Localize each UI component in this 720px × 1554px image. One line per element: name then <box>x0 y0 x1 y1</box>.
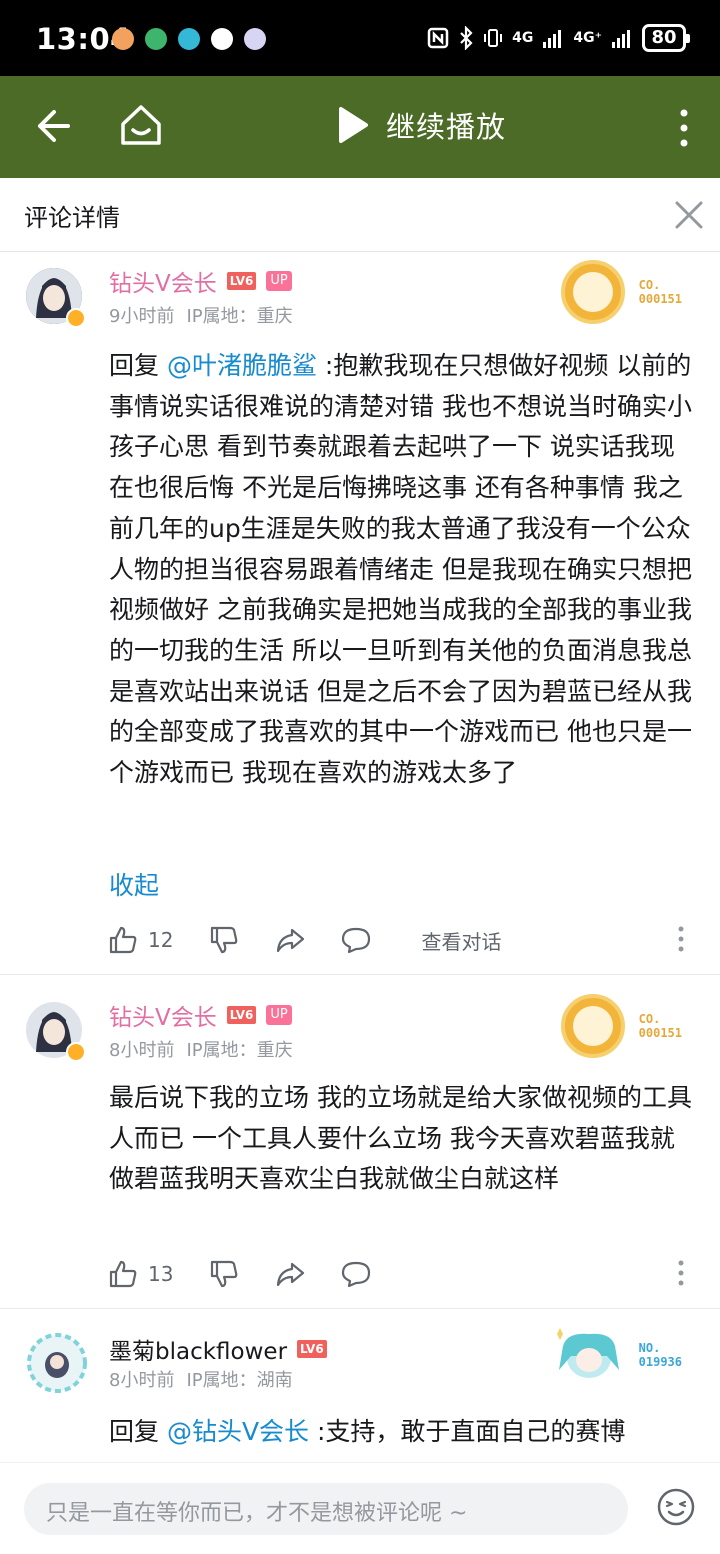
divider <box>0 974 720 975</box>
comment-input[interactable]: 只是一直在等你而已，才不是想被评论呢 ~ <box>24 1483 628 1535</box>
signal-bars-icon <box>543 30 562 48</box>
comment-meta: 8小时前 IP属地：重庆 <box>109 1036 293 1062</box>
dislike-button[interactable] <box>209 1259 239 1289</box>
level-badge: LV6 <box>297 1340 327 1358</box>
avatar[interactable] <box>26 1332 87 1393</box>
signal-bars-icon <box>612 30 630 48</box>
ip-location: IP属地：重庆 <box>186 1040 293 1061</box>
comment-author[interactable]: 钻头V会长 LV6 UP <box>109 998 292 1032</box>
app-bar: 继续播放 <box>0 76 720 178</box>
status-bar: 13:04 4G 4G⁺ 80 <box>0 0 720 76</box>
comment-detail-header: 评论详情 <box>0 178 720 252</box>
comment-author[interactable]: 钻头V会长 LV6 UP <box>109 264 292 298</box>
signal-label-2: 4G⁺ <box>573 30 602 46</box>
comment-bubble-icon <box>342 927 371 954</box>
more-vertical-icon[interactable] <box>678 926 684 952</box>
divider <box>0 1308 720 1309</box>
thumbs-down-icon <box>211 1260 238 1288</box>
comment-meta: 9小时前 IP属地：重庆 <box>109 302 293 328</box>
up-badge: UP <box>266 271 292 291</box>
level-badge: LV6 <box>226 1006 257 1024</box>
emoji-icon[interactable] <box>656 1487 696 1527</box>
close-icon[interactable] <box>672 198 706 232</box>
like-button[interactable]: 13 <box>108 1259 173 1289</box>
notification-icons <box>112 28 266 50</box>
status-right: 4G 4G⁺ 80 <box>427 24 690 52</box>
verified-badge-icon <box>66 308 86 328</box>
input-placeholder: 只是一直在等你而已，才不是想被评论呢 ~ <box>46 1501 468 1526</box>
username[interactable]: 钻头V会长 <box>109 264 217 298</box>
thumbs-up-icon <box>109 1260 137 1288</box>
comment-input-bar: 只是一直在等你而已，才不是想被评论呢 ~ <box>0 1462 720 1554</box>
nfc-icon <box>427 27 449 49</box>
top-notification-icon <box>178 28 200 50</box>
fan-decoration-character-icon <box>556 1328 619 1378</box>
fan-decoration[interactable]: CO. 000151 <box>560 260 682 324</box>
like-count: 12 <box>148 928 174 952</box>
share-button[interactable] <box>275 925 305 955</box>
battery-indicator: 80 <box>642 24 690 52</box>
tieba-notification-icon <box>244 28 266 50</box>
share-icon <box>277 1262 305 1287</box>
reply-button[interactable] <box>341 1259 371 1289</box>
avatar-image <box>27 1333 87 1393</box>
fan-decoration-avatar-icon <box>560 994 625 1058</box>
ip-location: IP属地：湖南 <box>186 1370 293 1391</box>
like-button[interactable]: 12 <box>108 925 173 955</box>
comment-meta: 8小时前 IP属地：湖南 <box>109 1366 293 1392</box>
continue-play-label: 继续播放 <box>386 110 507 144</box>
share-button[interactable] <box>275 1259 305 1289</box>
share-icon <box>277 928 305 953</box>
comment-text: 回复 @叶渚脆脆鲨 :抱歉我现在只想做好视频 以前的事情说实话很难说的清楚对错 … <box>109 351 692 788</box>
comment-time: 9小时前 <box>109 306 175 327</box>
thumbs-down-icon <box>211 926 238 954</box>
comment-text: 回复 @钻头V会长 :支持，敢于直面自己的赛博 <box>109 1417 626 1446</box>
collapse-link[interactable]: 收起 <box>109 866 159 902</box>
vibrate-icon <box>484 29 503 47</box>
comment-bubble-icon <box>342 1261 371 1288</box>
up-badge: UP <box>266 1005 292 1025</box>
mention-link[interactable]: @叶渚脆脆鲨 <box>167 351 317 380</box>
comment-item: 钻头V会长 LV6 UP 8小时前 IP属地：重庆 CO. 000151 最后说… <box>0 986 720 1306</box>
verified-badge-icon <box>66 1042 86 1062</box>
bluetooth-icon <box>460 26 473 50</box>
home-icon[interactable] <box>118 102 164 148</box>
more-vertical-icon[interactable] <box>678 1260 684 1286</box>
comment-item: 钻头V会长 LV6 UP 9小时前 IP属地：重庆 CO. 000151 回复 … <box>0 252 720 974</box>
username[interactable]: 钻头V会长 <box>109 998 217 1032</box>
reply-button[interactable] <box>341 925 371 955</box>
dislike-button[interactable] <box>209 925 239 955</box>
comment-actions: 12 查看对话 <box>108 922 698 958</box>
comment-time: 8小时前 <box>109 1370 175 1391</box>
page-title: 评论详情 <box>24 204 120 232</box>
avatar[interactable] <box>26 1002 86 1062</box>
fan-number: CO. 000151 <box>638 1012 682 1040</box>
comment-actions: 13 <box>108 1256 698 1292</box>
username[interactable]: 墨菊blackflower <box>109 1332 287 1366</box>
hourglass-notification-icon <box>145 28 167 50</box>
comment-item: 墨菊blackflower LV6 8小时前 IP属地：湖南 NO. 01993… <box>0 1320 720 1462</box>
fan-decoration-avatar-icon <box>560 260 625 324</box>
comment-time: 8小时前 <box>109 1040 175 1061</box>
ip-location: IP属地：重庆 <box>186 306 293 327</box>
fan-decoration[interactable]: CO. 000151 <box>560 994 682 1058</box>
like-count: 13 <box>148 1262 174 1286</box>
back-arrow-icon[interactable] <box>32 106 72 146</box>
app-notification-icon <box>112 28 134 50</box>
avatar[interactable] <box>26 268 86 328</box>
play-icon <box>339 107 368 143</box>
fan-number: NO. 019936 <box>638 1341 682 1369</box>
level-badge: LV6 <box>226 272 257 290</box>
more-vertical-icon[interactable] <box>678 108 690 148</box>
fan-number: CO. 000151 <box>638 278 682 306</box>
qq-notification-icon <box>211 28 233 50</box>
signal-label-1: 4G <box>512 30 534 46</box>
comment-author[interactable]: 墨菊blackflower LV6 <box>109 1332 327 1366</box>
mention-link[interactable]: @钻头V会长 <box>167 1417 309 1446</box>
view-conversation-link[interactable]: 查看对话 <box>421 926 501 955</box>
thumbs-up-icon <box>109 926 137 954</box>
continue-play-button[interactable]: 继续播放 <box>336 104 506 146</box>
fan-decoration[interactable]: NO. 019936 <box>553 1326 682 1384</box>
comment-text: 最后说下我的立场 我的立场就是给大家做视频的工具人而已 一个工具人要什么立场 我… <box>109 1083 692 1194</box>
